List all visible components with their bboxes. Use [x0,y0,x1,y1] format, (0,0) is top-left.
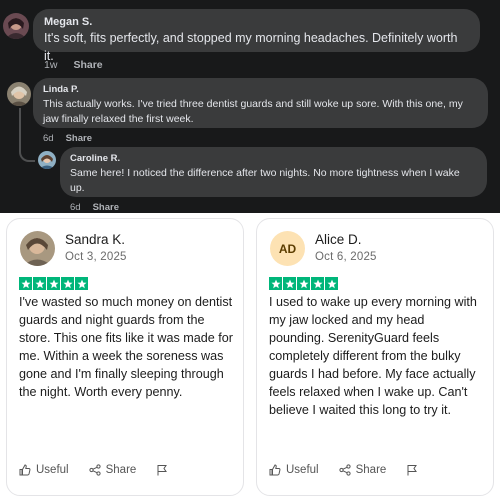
comment-author[interactable]: Megan S. [44,16,469,28]
star-icon [283,277,296,290]
comment-share-button[interactable]: Share [73,59,102,71]
useful-label: Useful [36,464,69,476]
review-card: Sandra K. Oct 3, 2025 I've wasted so muc… [6,218,244,496]
share-button[interactable]: Share [89,464,137,476]
useful-label: Useful [286,464,319,476]
share-label: Share [355,464,387,476]
comment-bubble: Linda P. This actually works. I've tried… [33,78,488,128]
comment-meta: 6d Share [43,133,92,144]
comment-time[interactable]: 6d [43,133,54,144]
report-button[interactable] [156,464,168,476]
star-icon [47,277,60,290]
comment-text: Same here! I noticed the difference afte… [70,167,460,194]
comment-time[interactable]: 1w [44,59,57,71]
star-icon [19,277,32,290]
comment-meta: 6d Share [70,202,119,213]
review-actions: Useful Share [19,464,188,476]
flag-icon [407,465,418,476]
comment-author[interactable]: Caroline R. [70,153,477,164]
review-body: I've wasted so much money on dentist gua… [19,295,233,399]
review-card: AD Alice D. Oct 6, 2025 I used to wake u… [256,218,494,496]
comment-text: It's soft, fits perfectly, and stopped m… [44,31,458,63]
comment-meta: 1w Share [44,59,103,71]
thumbs-up-icon [19,464,31,476]
review-date: Oct 6, 2025 [315,251,377,263]
useful-button[interactable]: Useful [19,464,69,476]
useful-button[interactable]: Useful [269,464,319,476]
comment-author[interactable]: Linda P. [43,84,478,95]
star-icon [297,277,310,290]
reviewer-avatar [20,231,55,266]
comment-thread: Megan S. It's soft, fits perfectly, and … [0,0,500,213]
comment-time[interactable]: 6d [70,202,81,213]
comment-share-button[interactable]: Share [93,202,119,213]
share-label: Share [105,464,137,476]
star-icon [61,277,74,290]
flag-icon [157,465,168,476]
star-icon [269,277,282,290]
comment-text: This actually works. I've tried three de… [43,98,463,125]
thumbs-up-icon [269,464,281,476]
reviewer-name: Sandra K. [65,232,126,247]
share-icon [89,464,101,476]
reviewer-avatar: AD [270,231,305,266]
commenter-avatar[interactable] [38,151,56,169]
star-icon [75,277,88,290]
star-icon [33,277,46,290]
star-icon [325,277,338,290]
reply-thread-line [19,108,35,162]
star-rating [19,277,88,290]
star-icon [311,277,324,290]
commenter-avatar[interactable] [7,82,31,106]
report-button[interactable] [406,464,418,476]
comment-share-button[interactable]: Share [66,133,92,144]
comment-bubble: Megan S. It's soft, fits perfectly, and … [33,9,480,63]
review-actions: Useful Share [269,464,438,476]
review-body: I used to wake up every morning with my … [269,295,477,417]
review-date: Oct 3, 2025 [65,251,127,263]
commenter-avatar[interactable] [3,13,29,39]
star-rating [269,277,338,290]
share-button[interactable]: Share [339,464,387,476]
reviewer-name: Alice D. [315,232,362,247]
share-icon [339,464,351,476]
comment-bubble: Caroline R. Same here! I noticed the dif… [60,147,487,197]
